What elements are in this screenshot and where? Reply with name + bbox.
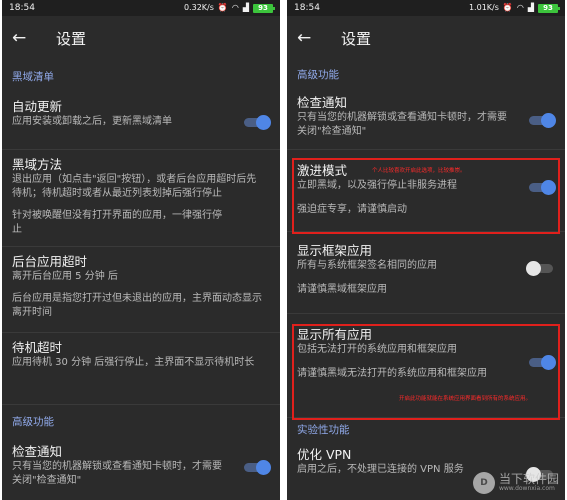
setting-desc: 立即黑域，以及强行停止非服务进程: [297, 180, 457, 191]
show-all-apps-toggle[interactable]: [529, 355, 556, 370]
page-title: 设置: [341, 29, 372, 48]
section-header-advanced: 高级功能: [12, 415, 54, 428]
setting-note: 强迫症专享，请谨慎启动: [297, 204, 407, 215]
page-title: 设置: [56, 29, 87, 48]
auto-update-toggle[interactable]: [244, 115, 271, 130]
section-header-advanced: 高级功能: [297, 68, 339, 81]
setting-title: 自动更新: [12, 99, 63, 114]
setting-desc: 退出应用（如点击"返回"按钮），或者后台应用超时后先待机；待机超时或者从最近列表…: [12, 174, 257, 199]
watermark-url: www.downxia.com: [498, 485, 555, 493]
setting-title: 待机超时: [12, 340, 63, 355]
status-bar: 18:54 0.32K/s ⏰ ◠ ▟ 93: [2, 0, 280, 16]
check-notification-toggle[interactable]: [244, 460, 271, 475]
wifi-icon: ◠: [231, 3, 239, 12]
setting-note: 针对被唤醒但没有打开界面的应用，一律强行停止: [12, 210, 222, 235]
app-bar: ← 设置: [287, 16, 565, 60]
setting-note: 请谨慎黑域框架应用: [297, 284, 387, 295]
setting-title: 黑域方法: [12, 157, 63, 172]
setting-check-notification[interactable]: 检查通知 只有当您的机器解锁或查看通知卡顿时，才需要关闭"检查通知": [2, 437, 280, 497]
setting-desc: 所有与系统框架签名相同的应用: [297, 260, 437, 271]
app-bar: ← 设置: [2, 16, 280, 60]
setting-title: 检查通知: [297, 95, 348, 110]
annotation-aggressive: 个人比较喜欢开启此选项，比较推崇。: [372, 168, 466, 174]
battery-icon: 93: [253, 3, 275, 13]
setting-desc: 只有当您的机器解锁或查看通知卡顿时，才需要关闭"检查通知": [12, 461, 222, 486]
setting-title: 优化 VPN: [297, 447, 352, 462]
setting-check-notification[interactable]: 检查通知 只有当您的机器解锁或查看通知卡顿时，才需要关闭"检查通知": [287, 88, 565, 150]
setting-auto-update[interactable]: 自动更新 应用安装或卸载之后，更新黑域清单: [2, 92, 280, 150]
setting-note: 后台应用是指您打开过但未退出的应用，主界面动态显示离开时间: [12, 293, 262, 318]
battery-icon: 93: [538, 3, 560, 13]
signal-icon: ▟: [527, 3, 534, 12]
setting-title: 后台应用超时: [12, 254, 88, 269]
status-bar: 18:54 1.01K/s ⏰ ◠ ▟ 93: [287, 0, 565, 16]
back-arrow-icon[interactable]: ←: [12, 28, 44, 48]
status-time: 18:54: [9, 3, 35, 13]
setting-desc: 只有当您的机器解锁或查看通知卡顿时，才需要关闭"检查通知": [297, 112, 507, 137]
setting-title: 检查通知: [12, 444, 63, 459]
setting-standby-timeout[interactable]: 待机超时 应用待机 30 分钟 后强行停止，主界面不显示待机时长: [2, 333, 280, 405]
wifi-icon: ◠: [516, 3, 524, 12]
section-header-blacklist: 黑域清单: [12, 70, 54, 83]
setting-desc: 应用待机 30 分钟 后强行停止，主界面不显示待机时长: [12, 357, 255, 368]
show-framework-apps-toggle[interactable]: [526, 261, 553, 276]
status-time: 18:54: [294, 3, 320, 13]
section-header-experimental: 实验性功能: [297, 423, 350, 436]
check-notification-toggle[interactable]: [529, 113, 556, 128]
setting-desc: 包括无法打开的系统应用和框架应用: [297, 344, 457, 355]
aggressive-mode-toggle[interactable]: [529, 180, 556, 195]
alarm-icon: ⏰: [502, 3, 513, 12]
setting-method[interactable]: 黑域方法 退出应用（如点击"返回"按钮），或者后台应用超时后先待机；待机超时或者…: [2, 150, 280, 247]
settings-screen-right: 18:54 1.01K/s ⏰ ◠ ▟ 93 ← 设置 高级功能 检查通知 只有…: [287, 0, 565, 500]
setting-aggressive-mode[interactable]: 激进模式 立即黑域，以及强行停止非服务进程 强迫症专享，请谨慎启动: [287, 150, 565, 232]
network-speed: 0.32K/s: [183, 3, 214, 12]
setting-title: 显示所有应用: [297, 327, 373, 342]
setting-desc: 离开后台应用 5 分钟 后: [12, 271, 118, 282]
watermark-logo-icon: D: [472, 472, 495, 494]
setting-show-framework-apps[interactable]: 显示框架应用 所有与系统框架签名相同的应用 请谨慎黑域框架应用: [287, 232, 565, 314]
back-arrow-icon[interactable]: ←: [297, 28, 329, 48]
setting-background-timeout[interactable]: 后台应用超时 离开后台应用 5 分钟 后 后台应用是指您打开过但未退出的应用，主…: [2, 247, 280, 333]
setting-note: 请谨慎黑域无法打开的系统应用和框架应用: [297, 368, 487, 379]
settings-screen-left: 18:54 0.32K/s ⏰ ◠ ▟ 93 ← 设置 黑域清单 自动更新 应用…: [2, 0, 280, 500]
signal-icon: ▟: [242, 3, 249, 12]
watermark: D 当下软件园 www.downxia.com: [472, 472, 559, 494]
network-speed: 1.01K/s: [468, 3, 499, 12]
annotation-show-all: 开启此功能就能在系统应用界面看到所有的系统应用。: [399, 396, 532, 402]
alarm-icon: ⏰: [217, 3, 228, 12]
setting-desc: 应用安装或卸载之后，更新黑域清单: [12, 116, 172, 127]
setting-title: 显示框架应用: [297, 243, 373, 258]
